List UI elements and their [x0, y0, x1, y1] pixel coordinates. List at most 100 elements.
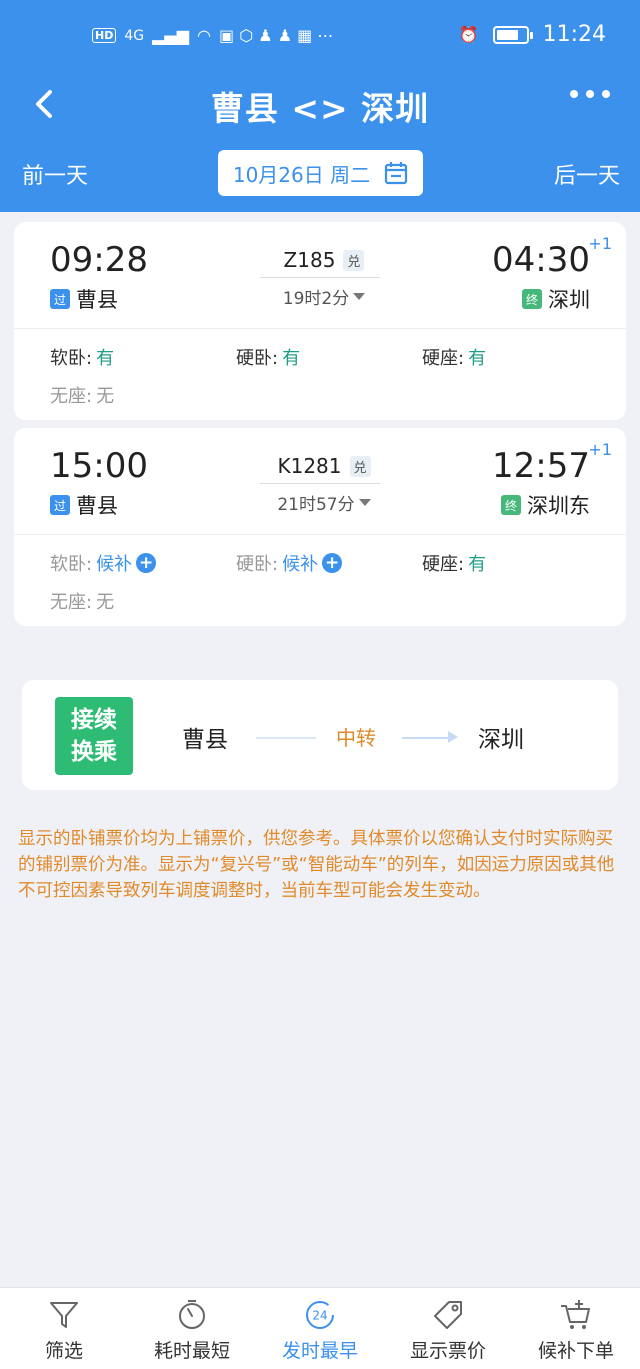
- clock-24-icon: 24: [306, 1301, 334, 1329]
- departure-station: 过 曹县: [50, 490, 118, 520]
- tab-label: 候补下单: [537, 1340, 614, 1362]
- clock-24-text: 24: [312, 1309, 327, 1323]
- seat-label: 硬卧:: [236, 348, 279, 369]
- next-day-button[interactable]: 后一天: [554, 158, 620, 190]
- tab-label: 发时最早: [281, 1340, 358, 1362]
- terminal-tag: 终: [522, 289, 542, 309]
- route-line: [260, 483, 380, 484]
- duration-toggle[interactable]: 19时2分: [234, 284, 414, 309]
- departure-time: 09:28: [50, 240, 148, 280]
- seat-label: 无座:: [50, 386, 93, 407]
- duration-text: 19时2分: [282, 289, 350, 309]
- seat-label: 硬座:: [422, 348, 465, 369]
- tab-filter[interactable]: 筛选: [0, 1288, 128, 1369]
- departure-station-name: 曹县: [76, 494, 118, 518]
- arrow-right-icon: [448, 731, 458, 743]
- train-card[interactable]: 09:28 过 曹县 Z185 兑 19时2分 04:30 +1 终 深圳 软卧…: [14, 222, 626, 420]
- more-menu-button[interactable]: [570, 90, 610, 98]
- timer-icon: [179, 1300, 205, 1329]
- cart-plus-icon: [561, 1300, 590, 1329]
- app-notification-icon: ▣ ⬡ ♟ ♟ ▦ ⋯: [219, 26, 334, 45]
- seat-value: 有: [96, 348, 115, 369]
- tab-earliest-departure[interactable]: 24 发时最早: [256, 1288, 384, 1369]
- tab-shortest-duration[interactable]: 耗时最短: [128, 1288, 256, 1369]
- arrival-station-name: 深圳: [548, 288, 590, 312]
- transfer-badge-line2: 换乘: [71, 739, 117, 765]
- page-title: 曹县 <> 深圳: [210, 89, 430, 128]
- wifi-icon: ◠: [197, 26, 211, 45]
- pass-tag: 过: [50, 289, 70, 309]
- filter-icon: [50, 1302, 78, 1328]
- price-tag-icon: [434, 1301, 462, 1329]
- pass-tag: 过: [50, 495, 70, 515]
- seat-value: 候补: [96, 554, 133, 575]
- arrival-station: 终 深圳: [522, 284, 590, 314]
- tab-label: 耗时最短: [153, 1340, 230, 1362]
- more-dot-icon: [586, 90, 594, 98]
- next-day-badge: +1: [588, 234, 612, 253]
- seat-hard-seat: 硬座: 有: [422, 550, 486, 576]
- duration-text: 21时57分: [277, 495, 355, 515]
- transfer-to: 深圳: [478, 727, 524, 753]
- terminal-tag: 终: [501, 495, 521, 515]
- seat-value: 无: [96, 592, 115, 613]
- seat-label: 软卧:: [50, 554, 93, 575]
- prev-day-button[interactable]: 前一天: [22, 158, 88, 190]
- seat-value: 有: [468, 348, 487, 369]
- departure-station-name: 曹县: [76, 288, 118, 312]
- clock-time: 11:24: [542, 22, 606, 47]
- fare-notice: 显示的卧铺票价均为上铺票价，供您参考。具体票价以您确认支付时实际购买的铺别票价为…: [18, 829, 615, 901]
- seat-soft-sleeper: 软卧: 有: [50, 344, 114, 370]
- waitlist-add-icon[interactable]: +: [322, 553, 343, 573]
- signal-icon: ▂▄▆: [152, 26, 190, 45]
- route-line: [256, 737, 316, 739]
- divider: [14, 534, 626, 535]
- next-day-badge: +1: [588, 440, 612, 459]
- seat-label: 无座:: [50, 592, 93, 613]
- seat-value: 有: [468, 554, 487, 575]
- divider: [14, 328, 626, 329]
- tab-label: 筛选: [44, 1340, 83, 1362]
- tab-label: 显示票价: [409, 1340, 486, 1362]
- seat-value: 无: [96, 386, 115, 407]
- duration-toggle[interactable]: 21时57分: [234, 490, 414, 515]
- train-number-text: Z185: [283, 248, 336, 272]
- seat-no-seat: 无座: 无: [50, 382, 114, 408]
- more-dot-icon: [570, 90, 578, 98]
- seat-hard-sleeper[interactable]: 硬卧: 候补 +: [236, 550, 343, 576]
- tab-show-price[interactable]: 显示票价: [384, 1288, 512, 1369]
- transfer-badge: 接续 换乘: [55, 697, 133, 775]
- arrival-station: 终 深圳东: [501, 490, 590, 520]
- train-number: Z185 兑: [234, 248, 414, 272]
- route-line: [260, 277, 380, 278]
- seat-value: 有: [282, 348, 301, 369]
- exchange-badge: 兑: [349, 455, 371, 477]
- tab-waitlist-order[interactable]: 候补下单: [512, 1288, 640, 1369]
- train-number-text: K1281: [277, 454, 342, 478]
- seat-value: 候补: [282, 554, 319, 575]
- calendar-icon: [385, 162, 408, 185]
- date-picker[interactable]: 10月26日 周二: [218, 150, 423, 196]
- transfer-from: 曹县: [182, 727, 228, 753]
- alarm-icon: ⏰: [458, 25, 479, 44]
- waitlist-add-icon[interactable]: +: [136, 553, 157, 573]
- transfer-badge-line1: 接续: [71, 707, 117, 733]
- arrival-station-name: 深圳东: [527, 494, 590, 518]
- status-bar: HD 4G ▂▄▆ ◠ ▣ ⬡ ♟ ♟ ▦ ⋯ ⏰ 11:24: [0, 18, 640, 58]
- train-card[interactable]: 15:00 过 曹县 K1281 兑 21时57分 12:57 +1 终 深圳东…: [14, 428, 626, 626]
- seat-label: 硬卧:: [236, 554, 279, 575]
- hd-badge: HD: [92, 28, 117, 43]
- departure-time: 15:00: [50, 446, 148, 486]
- transfer-middle: 中转: [336, 726, 376, 750]
- seat-no-seat: 无座: 无: [50, 588, 114, 614]
- date-label: 10月26日 周二: [232, 162, 371, 187]
- seat-hard-seat: 硬座: 有: [422, 344, 486, 370]
- seat-label: 软卧:: [50, 348, 93, 369]
- transfer-card[interactable]: 接续 换乘 曹县 中转 深圳: [22, 680, 618, 790]
- seat-soft-sleeper[interactable]: 软卧: 候补 +: [50, 550, 157, 576]
- arrival-time: 04:30: [492, 240, 590, 280]
- seat-label: 硬座:: [422, 554, 465, 575]
- more-dot-icon: [602, 90, 610, 98]
- nav-bar: 曹县 <> 深圳: [0, 80, 640, 130]
- departure-station: 过 曹县: [50, 284, 118, 314]
